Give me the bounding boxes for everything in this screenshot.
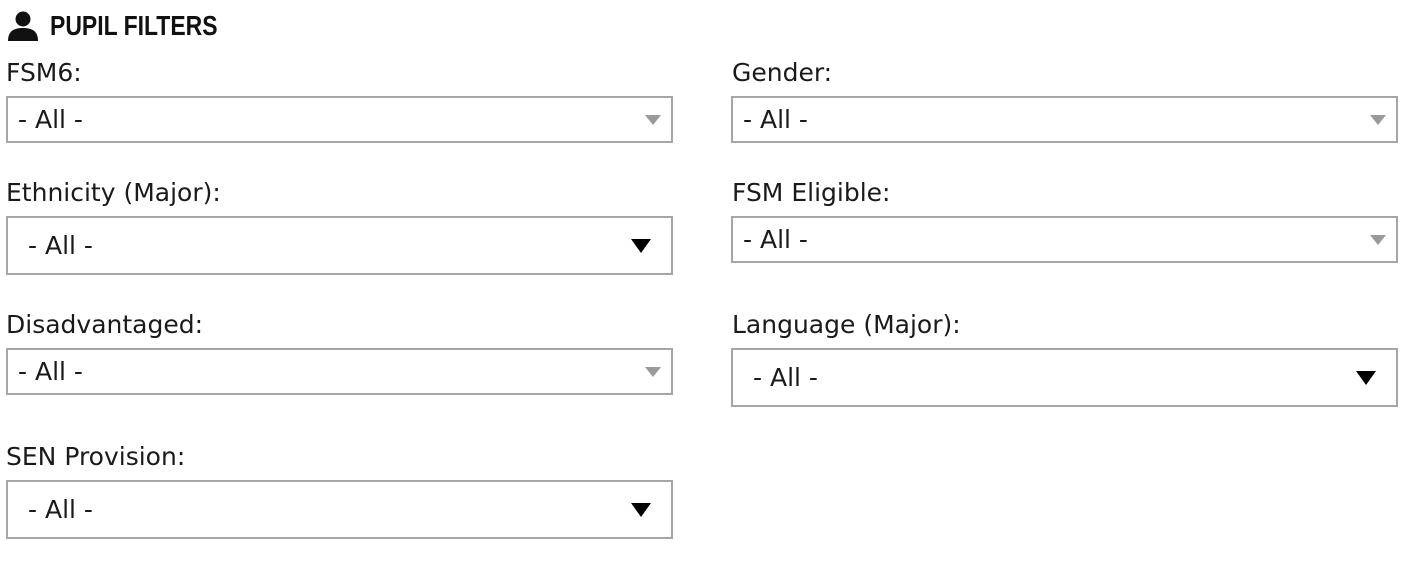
gender-select-value: - All - xyxy=(743,104,808,134)
sen-provision-select-value: - All - xyxy=(28,494,93,524)
sen-provision-select[interactable]: - All - xyxy=(6,480,673,539)
ethnicity-major-select-value: - All - xyxy=(28,230,93,260)
chevron-down-icon xyxy=(1370,114,1386,125)
language-major-select[interactable]: - All - xyxy=(731,348,1398,407)
fsm6-label: FSM6: xyxy=(6,58,82,87)
language-major-select-value: - All - xyxy=(753,362,818,392)
section-title: PUPIL FILTERS xyxy=(50,10,218,41)
language-major-label: Language (Major): xyxy=(732,310,961,339)
fsm6-select[interactable]: - All - xyxy=(6,96,673,143)
gender-label: Gender: xyxy=(732,58,833,87)
ethnicity-major-select[interactable]: - All - xyxy=(6,216,673,275)
triangle-down-icon xyxy=(1356,370,1376,385)
chevron-down-icon xyxy=(1370,234,1386,245)
gender-select[interactable]: - All - xyxy=(731,96,1398,143)
section-header: PUPIL FILTERS xyxy=(6,8,254,44)
fsm6-select-value: - All - xyxy=(18,104,83,134)
chevron-down-icon xyxy=(645,366,661,377)
fsm-eligible-label: FSM Eligible: xyxy=(732,178,891,207)
disadvantaged-select-value: - All - xyxy=(18,356,83,386)
fsm-eligible-select-value: - All - xyxy=(743,224,808,254)
user-icon xyxy=(8,11,38,41)
triangle-down-icon xyxy=(631,502,651,517)
triangle-down-icon xyxy=(631,238,651,253)
fsm-eligible-select[interactable]: - All - xyxy=(731,216,1398,263)
sen-provision-label: SEN Provision: xyxy=(6,442,186,471)
disadvantaged-select[interactable]: - All - xyxy=(6,348,673,395)
ethnicity-major-label: Ethnicity (Major): xyxy=(6,178,221,207)
disadvantaged-label: Disadvantaged: xyxy=(6,310,204,339)
chevron-down-icon xyxy=(645,114,661,125)
